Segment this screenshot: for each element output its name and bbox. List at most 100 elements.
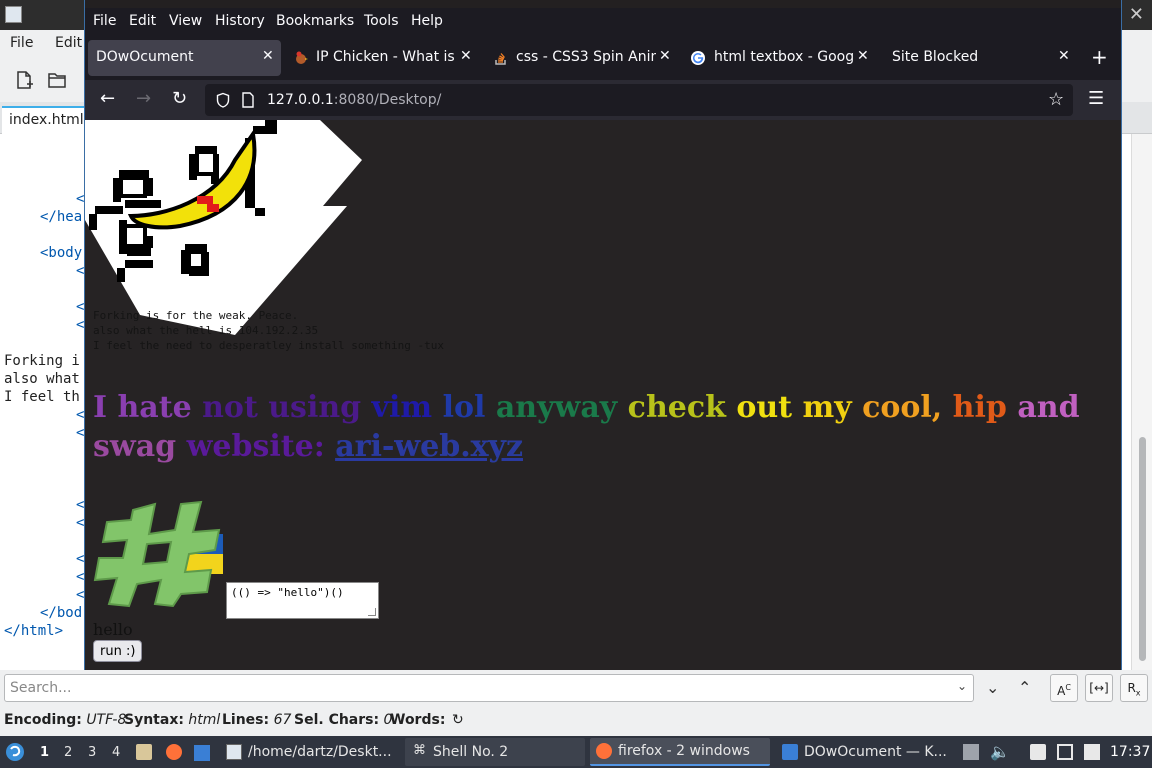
banana-image bbox=[85, 120, 362, 335]
app-menu-icon[interactable] bbox=[5, 736, 29, 768]
rainbow-word: swag bbox=[93, 429, 187, 464]
find-next-icon[interactable]: ⌄ bbox=[986, 678, 999, 697]
code-line: also what bbox=[4, 371, 80, 387]
desktop-3[interactable]: 3 bbox=[88, 745, 96, 760]
desktop-2[interactable]: 2 bbox=[64, 745, 72, 760]
window-launcher-icon[interactable] bbox=[194, 745, 210, 761]
code-textarea[interactable]: (() => "hello")() bbox=[226, 582, 379, 619]
page-pre-text: Forking is for the weak. Peace. also what… bbox=[93, 309, 444, 352]
close-icon[interactable]: ✕ bbox=[857, 48, 869, 64]
chevron-down-icon[interactable]: ⌄ bbox=[957, 679, 967, 693]
rainbow-word: website: bbox=[186, 429, 336, 464]
shield-icon[interactable] bbox=[215, 92, 231, 108]
open-folder-icon[interactable] bbox=[47, 70, 67, 90]
close-icon[interactable]: ✕ bbox=[1129, 4, 1144, 25]
search-placeholder: Search... bbox=[10, 680, 72, 696]
ff-menubar: File Edit View History Bookmarks Tools H… bbox=[85, 8, 1121, 36]
rainbow-word: anyway bbox=[495, 390, 628, 425]
desktop-1[interactable]: 1 bbox=[40, 745, 49, 760]
ff-menu-bookmarks[interactable]: Bookmarks bbox=[276, 13, 354, 29]
kate-menu-file[interactable]: File bbox=[10, 35, 33, 51]
status-words: Words: bbox=[390, 712, 446, 728]
volume-icon[interactable]: 🔈 bbox=[990, 742, 1010, 761]
ff-page-content: Forking is for the weak. Peace. also what… bbox=[85, 120, 1121, 670]
task-firefox[interactable]: firefox - 2 windows bbox=[590, 738, 770, 766]
firefox-icon bbox=[596, 743, 612, 759]
status-syntax[interactable]: Syntax: html bbox=[124, 712, 220, 728]
tab-ip-chicken[interactable]: IP Chicken - What is m ✕ bbox=[285, 40, 480, 76]
regex-icon[interactable]: Rx bbox=[1120, 674, 1148, 702]
rainbow-word: I hate bbox=[93, 390, 203, 425]
tab-html-textbox[interactable]: html textbox - Google ✕ bbox=[682, 40, 874, 76]
firefox-launcher-icon[interactable] bbox=[166, 744, 182, 760]
ff-menu-view[interactable]: View bbox=[169, 13, 202, 29]
kate-app-icon bbox=[5, 6, 22, 23]
rainbow-word: and bbox=[1017, 390, 1080, 425]
new-file-icon[interactable] bbox=[14, 70, 34, 90]
whole-words-icon[interactable]: [↔] bbox=[1085, 674, 1113, 702]
rainbow-word: cool, bbox=[862, 390, 953, 425]
tab-label: DOwOcument bbox=[96, 49, 194, 65]
code-line: </hea bbox=[40, 209, 83, 225]
firefox-window: File Edit View History Bookmarks Tools H… bbox=[84, 0, 1122, 670]
tab-site-blocked[interactable]: Site Blocked ✕ bbox=[883, 40, 1078, 76]
code-line: </html> bbox=[4, 623, 64, 639]
kate-doc-tab[interactable]: index.html bbox=[2, 106, 84, 135]
search-input[interactable]: Search... ⌄ bbox=[4, 674, 974, 702]
eject-icon[interactable] bbox=[963, 744, 979, 760]
tab-label: IP Chicken - What is m bbox=[316, 49, 456, 65]
rainbow-heading: I hate not using vim lol anyway check ou… bbox=[93, 388, 1093, 466]
terminal-icon: ⌘ bbox=[413, 743, 426, 758]
close-icon[interactable]: ✕ bbox=[659, 48, 671, 64]
page-icon[interactable] bbox=[241, 92, 255, 108]
ff-menu-tools[interactable]: Tools bbox=[364, 13, 399, 29]
back-icon[interactable]: ← bbox=[100, 88, 115, 109]
tab-dowocument[interactable]: DOwOcument ✕ bbox=[88, 40, 281, 76]
rainbow-word: vim bbox=[371, 390, 443, 425]
network-icon[interactable] bbox=[1057, 744, 1073, 760]
google-icon bbox=[691, 51, 705, 65]
ff-menu-help[interactable]: Help bbox=[411, 13, 443, 29]
taskbar: 1 2 3 4 /home/dartz/Deskt... ⌘ Shell No.… bbox=[0, 736, 1152, 768]
status-encoding[interactable]: Encoding: UTF-8 bbox=[4, 712, 126, 728]
code-line: Forking i bbox=[4, 353, 80, 369]
refresh-icon[interactable]: ↻ bbox=[452, 712, 464, 728]
kate-scroll-thumb[interactable] bbox=[1139, 437, 1146, 661]
close-icon[interactable]: ✕ bbox=[1058, 48, 1070, 64]
hamburger-menu-icon[interactable]: ☰ bbox=[1088, 88, 1104, 109]
code-line: <body bbox=[40, 245, 83, 261]
close-icon[interactable]: ✕ bbox=[262, 48, 274, 64]
ff-menu-edit[interactable]: Edit bbox=[129, 13, 156, 29]
clock[interactable]: 17:37 bbox=[1110, 744, 1150, 760]
ari-web-link[interactable]: ari-web.xyz bbox=[335, 429, 523, 464]
run-button[interactable]: run :) bbox=[93, 640, 143, 662]
find-previous-icon[interactable]: ⌃ bbox=[1018, 678, 1031, 697]
desktop-4[interactable]: 4 bbox=[112, 745, 120, 760]
kate-task-icon bbox=[782, 744, 798, 760]
kate-menu-edit[interactable]: Edit bbox=[55, 35, 82, 51]
kate-scrollbar[interactable] bbox=[1131, 134, 1152, 670]
stackoverflow-icon bbox=[495, 53, 506, 65]
forward-icon[interactable]: → bbox=[136, 88, 151, 109]
ff-navbar: ← → ↻ 127.0.0.1:8080/Desktop/ ☆ ☰ bbox=[85, 80, 1121, 120]
close-icon[interactable]: ✕ bbox=[460, 48, 472, 64]
reload-icon[interactable]: ↻ bbox=[172, 88, 187, 109]
bookmark-star-icon[interactable]: ☆ bbox=[1048, 89, 1064, 110]
hash-logo-image bbox=[93, 500, 223, 608]
ff-menu-file[interactable]: File bbox=[93, 13, 116, 29]
tab-css-spin[interactable]: css - CSS3 Spin Anim ✕ bbox=[485, 40, 677, 76]
new-tab-icon[interactable]: + bbox=[1091, 45, 1108, 69]
clipboard-icon[interactable] bbox=[1030, 744, 1046, 760]
tab-label: html textbox - Google bbox=[714, 49, 854, 65]
task-dowocument[interactable]: DOwOcument — K... bbox=[776, 738, 956, 766]
ff-menu-history[interactable]: History bbox=[215, 13, 265, 29]
rainbow-word: out bbox=[736, 390, 803, 425]
power-icon[interactable] bbox=[1084, 744, 1100, 760]
task-kate-path[interactable]: /home/dartz/Deskt... bbox=[220, 738, 400, 766]
url-text: 127.0.0.1:8080/Desktop/ bbox=[267, 92, 442, 108]
task-shell[interactable]: ⌘ Shell No. 2 bbox=[405, 738, 585, 766]
resize-grip-icon[interactable] bbox=[368, 608, 376, 616]
url-bar[interactable]: 127.0.0.1:8080/Desktop/ ☆ bbox=[205, 84, 1073, 116]
match-case-icon[interactable]: AC bbox=[1050, 674, 1078, 702]
files-launcher-icon[interactable] bbox=[136, 744, 152, 760]
